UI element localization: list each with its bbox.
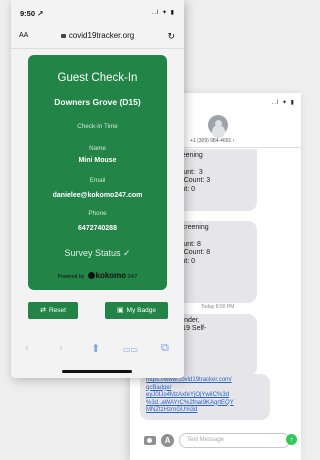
kokomo-logo: kokomo: [87, 271, 127, 280]
back-icon[interactable]: ‹: [25, 342, 29, 354]
forward-icon[interactable]: ›: [59, 342, 63, 354]
card-title: Guest Check-In: [57, 72, 138, 84]
safari-toolbar: ‹ › ⬆ ▭▭ ⧉: [11, 338, 184, 360]
app-store-icon[interactable]: A: [161, 434, 174, 447]
contact-number[interactable]: +1 (309) 984-4691 ›: [190, 138, 234, 144]
kokomo-brand-suffix: 24/7: [127, 274, 138, 280]
home-indicator: [62, 370, 132, 373]
checkin-time-label: Check-In Time: [77, 123, 118, 130]
my-badge-label: My Badge: [126, 307, 156, 314]
reset-label: Reset: [48, 307, 66, 314]
share-icon[interactable]: ⬆: [91, 342, 100, 355]
reset-button[interactable]: ⇄ Reset: [28, 302, 78, 319]
phone-value: 6472740288: [78, 225, 117, 232]
guest-checkin-card: Guest Check-In Downers Grove (D15) Check…: [28, 55, 167, 290]
message-compose-bar: A Text Message ↑: [130, 431, 301, 453]
camera-icon[interactable]: [144, 436, 156, 445]
status-bar: 9:50 ↗ ..l ✦ ▮: [11, 0, 184, 26]
send-icon[interactable]: ↑: [286, 434, 297, 445]
powered-by: Powered by kokomo 24/7: [28, 271, 167, 280]
status-icons: ..l ✦ ▮: [151, 10, 175, 16]
messages-status-icons: ..l ✦ ▮: [271, 100, 295, 106]
lock-icon: [60, 34, 66, 38]
my-badge-button[interactable]: ▣ My Badge: [105, 302, 168, 319]
name-value: Mini Mouse: [78, 157, 117, 164]
tabs-icon[interactable]: ⧉: [161, 342, 169, 355]
kokomo-mark-icon: [87, 272, 95, 280]
message-timestamp: Today 8:00 PM: [201, 304, 235, 310]
address-bar: AA covid19tracker.org ↻: [11, 26, 184, 49]
text-message-input[interactable]: Text Message: [179, 433, 290, 448]
badge-icon: ▣: [117, 307, 124, 314]
contact-avatar[interactable]: [208, 115, 228, 135]
safari-screen: 9:50 ↗ ..l ✦ ▮ AA covid19tracker.org ↻ G…: [11, 0, 184, 378]
status-time: 9:50 ↗: [20, 9, 44, 18]
survey-status: Survey Status ✓: [64, 248, 131, 258]
url-field[interactable]: covid19tracker.org: [11, 31, 184, 40]
powered-by-label: Powered by: [57, 274, 85, 280]
location-name: Downers Grove (D15): [54, 97, 141, 107]
bookmarks-icon[interactable]: ▭▭: [123, 345, 138, 354]
url-text: covid19tracker.org: [68, 31, 135, 40]
email-label: Email: [89, 177, 106, 184]
reload-icon[interactable]: ↻: [167, 31, 175, 42]
email-value: danielee@kokomo247.com: [52, 192, 143, 199]
phone-label: Phone: [88, 210, 107, 217]
badge-link[interactable]: https://www.covid19tracker.com/ qcBadge/…: [140, 374, 270, 420]
reset-icon: ⇄: [40, 307, 46, 314]
name-label: Name: [89, 145, 106, 152]
kokomo-brand-name: kokomo: [95, 271, 127, 280]
